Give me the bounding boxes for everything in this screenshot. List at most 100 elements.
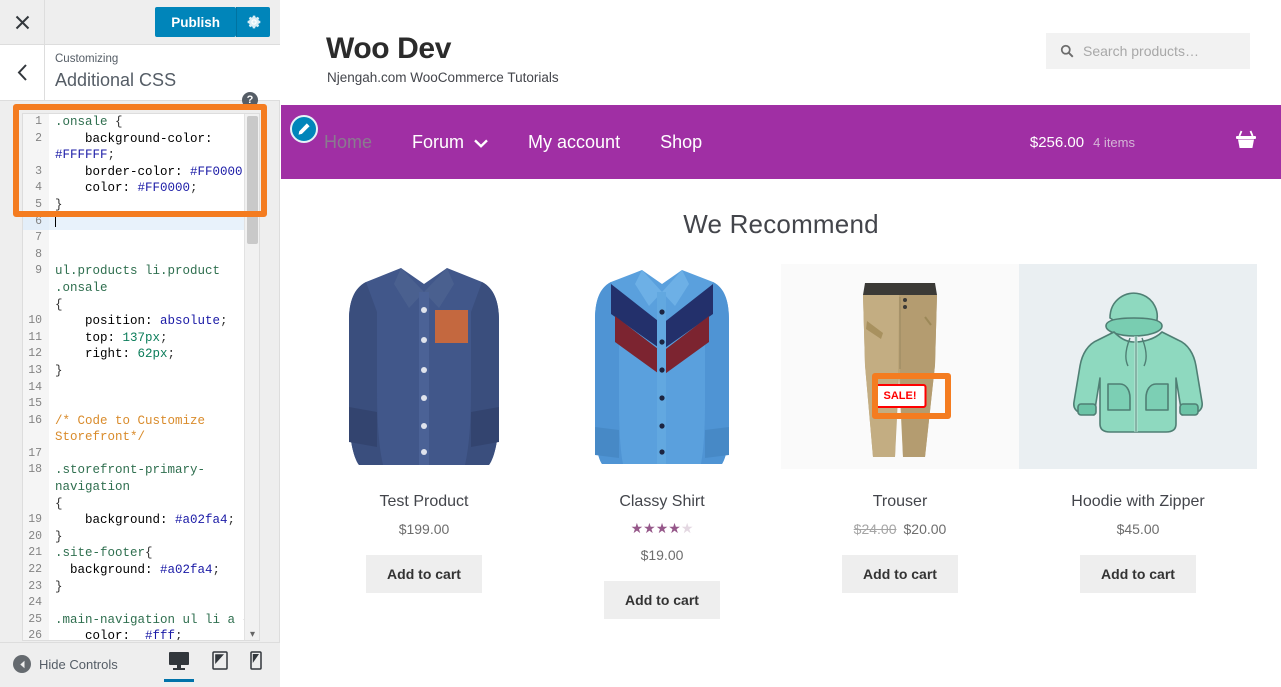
code-text[interactable]: .site-footer{ (49, 545, 259, 562)
nav-item-my-account[interactable]: My account (508, 132, 640, 153)
search-input[interactable]: Search products… (1046, 33, 1250, 69)
code-line[interactable]: 4 color: #FF0000; (23, 180, 259, 197)
code-text[interactable]: ul.products li.product .onsale { (49, 263, 259, 313)
nav-item-home[interactable]: Home (304, 132, 392, 153)
code-text[interactable]: } (49, 363, 259, 380)
code-line[interactable]: 17 (23, 445, 259, 463)
code-token: { (55, 496, 63, 511)
line-number: 3 (23, 163, 49, 181)
code-text[interactable]: } (49, 197, 259, 214)
product-title[interactable]: Test Product (305, 493, 543, 511)
code-line[interactable]: 26 color: #fff; (23, 628, 259, 641)
close-icon[interactable] (0, 0, 45, 44)
code-text[interactable] (49, 396, 259, 413)
code-token: ; (175, 629, 183, 641)
code-text[interactable] (49, 213, 259, 231)
cart-summary[interactable]: $256.00 4 items (1030, 105, 1257, 179)
code-text[interactable]: .storefront-primary-navigation { (49, 462, 259, 512)
code-text[interactable]: color: #fff; (49, 628, 259, 641)
code-line[interactable]: 5} (23, 196, 259, 214)
add-to-cart-button[interactable]: Add to cart (1080, 555, 1196, 593)
code-line[interactable]: 7 (23, 230, 259, 247)
code-text[interactable]: color: #FF0000; (49, 180, 259, 197)
nav-item-forum[interactable]: Forum (392, 132, 508, 153)
code-line[interactable]: 13} (23, 362, 259, 380)
back-button[interactable] (0, 45, 45, 100)
code-line[interactable]: 3 border-color: #FF0000; (23, 163, 259, 181)
product-image[interactable] (543, 264, 781, 469)
scroll-down-arrow[interactable]: ▾ (245, 629, 259, 640)
code-line[interactable]: 10 position: absolute; (23, 313, 259, 330)
product-title[interactable]: Classy Shirt (543, 493, 781, 511)
page-title: Additional CSS (55, 70, 177, 90)
code-line[interactable]: 12 right: 62px; (23, 346, 259, 363)
product-image[interactable]: SALE! (781, 264, 1019, 469)
code-text[interactable]: position: absolute; (49, 313, 259, 330)
nav-item-shop[interactable]: Shop (640, 132, 722, 153)
product-image[interactable] (305, 264, 543, 469)
code-token: ; (160, 330, 168, 345)
code-line[interactable]: 2 background-color: #FFFFFF; (23, 130, 259, 164)
code-text[interactable]: .onsale { (49, 114, 259, 131)
code-text[interactable]: right: 62px; (49, 346, 259, 363)
help-icon[interactable]: ? (242, 92, 258, 108)
product-card[interactable]: Test Product $199.00 Add to cart (305, 264, 543, 619)
editor-scrollbar[interactable]: ▾ (244, 114, 259, 640)
pencil-glyph (298, 123, 310, 135)
product-title[interactable]: Hoodie with Zipper (1019, 493, 1257, 511)
code-line[interactable]: 16/* Code to Customize Storefront*/ (23, 412, 259, 446)
code-line[interactable]: 6 (23, 213, 259, 231)
add-to-cart-button[interactable]: Add to cart (604, 581, 720, 619)
code-line[interactable]: 23} (23, 578, 259, 596)
code-text[interactable] (49, 247, 259, 264)
code-line[interactable]: 19 background: #a02fa4; (23, 512, 259, 529)
publish-button[interactable]: Publish (155, 7, 236, 37)
code-text[interactable]: /* Code to Customize Storefront*/ (49, 413, 259, 446)
code-line[interactable]: 15 (23, 396, 259, 413)
add-to-cart-button[interactable]: Add to cart (842, 555, 958, 593)
code-token: } (55, 579, 63, 594)
code-text[interactable] (49, 230, 259, 247)
device-mobile-button[interactable] (250, 651, 262, 682)
code-text[interactable]: } (49, 529, 259, 546)
css-code-area[interactable]: 1 .onsale {2 background-color: #FFFFFF; 3 … (23, 114, 259, 641)
code-text[interactable]: background: #a02fa4; (49, 512, 259, 529)
code-line[interactable]: 14 (23, 379, 259, 397)
chevron-down-icon[interactable] (474, 132, 488, 153)
device-desktop-button[interactable] (164, 651, 194, 682)
add-to-cart-button[interactable]: Add to cart (366, 555, 482, 593)
code-line[interactable]: 18 .storefront-primary-navigation { (23, 462, 259, 513)
code-line[interactable]: 20} (23, 528, 259, 546)
code-line[interactable]: 24 (23, 595, 259, 612)
product-card[interactable]: Hoodie with Zipper $45.00 Add to cart (1019, 264, 1257, 619)
code-line[interactable]: 25.main-navigation ul li a { (23, 611, 259, 629)
code-text[interactable]: background-color: #FFFFFF; (49, 131, 259, 164)
hide-controls-button[interactable]: Hide Controls (13, 655, 118, 673)
product-image[interactable] (1019, 264, 1257, 469)
code-line[interactable]: 22 background: #a02fa4; (23, 562, 259, 579)
panel-header: Customizing Additional CSS ? (0, 45, 280, 108)
css-editor[interactable]: 1 .onsale {2 background-color: #FFFFFF; 3 … (22, 113, 260, 641)
product-title[interactable]: Trouser (781, 493, 1019, 511)
device-tablet-button[interactable] (212, 651, 228, 682)
product-card[interactable]: SALE! Trouser $24.00 $20.00 Add to cart (781, 264, 1019, 619)
code-line[interactable]: 8 (23, 246, 259, 264)
product-card[interactable]: Classy Shirt ★★★★★ $19.00 Add to cart (543, 264, 781, 619)
code-line[interactable]: 11 top: 137px; (23, 329, 259, 347)
edit-shortcut-pencil-icon[interactable] (290, 115, 318, 143)
code-text[interactable]: background: #a02fa4; (49, 562, 259, 579)
code-text[interactable]: border-color: #FF0000; (49, 164, 259, 181)
code-line[interactable]: 1 .onsale { (23, 114, 259, 131)
code-text[interactable] (49, 446, 259, 463)
code-line[interactable]: 21 .site-footer{ (23, 545, 259, 563)
code-text[interactable] (49, 595, 259, 612)
code-token: #FFFFFF (55, 148, 108, 163)
code-text[interactable]: top: 137px; (49, 330, 259, 347)
code-text[interactable] (49, 380, 259, 397)
code-line[interactable]: 9 ul.products li.product .onsale { (23, 263, 259, 314)
code-text[interactable]: } (49, 579, 259, 596)
editor-scrollbar-thumb[interactable] (247, 116, 258, 244)
cart-basket-icon[interactable] (1235, 130, 1257, 155)
code-text[interactable]: .main-navigation ul li a { (49, 612, 259, 629)
gear-icon[interactable] (236, 7, 270, 37)
